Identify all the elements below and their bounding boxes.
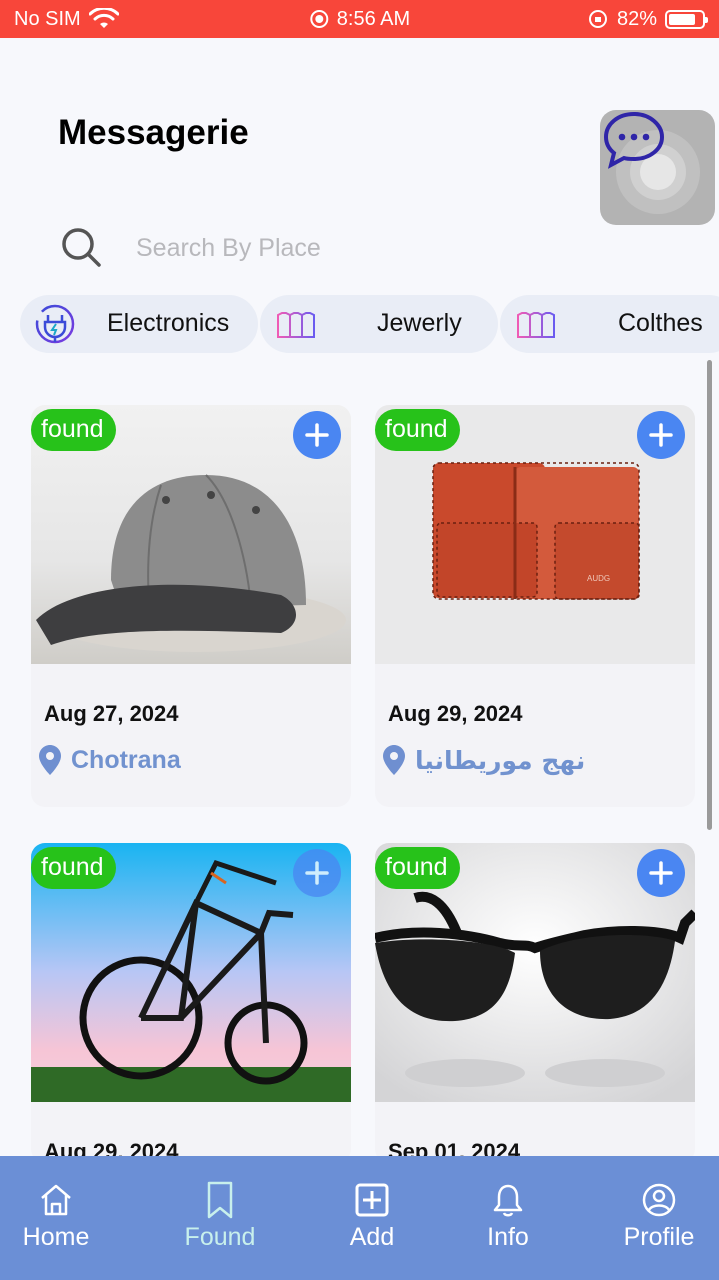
bottom-nav: Home Found Add Info Profile: [0, 1156, 719, 1280]
rotation-lock-icon: [588, 10, 607, 28]
chat-widget-button[interactable]: [600, 110, 715, 225]
nav-label: Add: [349, 1223, 395, 1251]
svg-text:AUDG: AUDG: [587, 574, 610, 583]
add-square-icon: [355, 1183, 389, 1217]
nav-label: Info: [487, 1223, 529, 1251]
clothes-rack-icon: [276, 309, 315, 338]
location-pin-icon: [39, 745, 61, 775]
found-badge: found: [375, 847, 460, 889]
item-card[interactable]: found Sep 01, 2024: [375, 843, 695, 1163]
bell-icon: [493, 1184, 523, 1217]
chat-bubble-icon: [603, 111, 665, 169]
sunglasses-image: found: [375, 843, 695, 1102]
bicycle-image: found: [31, 843, 351, 1102]
carrier-label: No SIM: [14, 7, 81, 30]
add-button[interactable]: [637, 411, 685, 459]
plus-icon: [649, 423, 673, 447]
clock: 8:56 AM: [336, 7, 411, 30]
status-right: 82%: [587, 7, 708, 31]
add-button[interactable]: [293, 411, 341, 459]
profile-icon: [642, 1183, 676, 1217]
card-location: نهج موريطانيا: [383, 745, 585, 775]
category-list: Electronics Jewerly Colthes: [20, 295, 719, 353]
location-pin-icon: [383, 745, 405, 775]
scrollbar[interactable]: [707, 360, 712, 830]
home-icon: [41, 1184, 71, 1216]
card-date: Aug 29, 2024: [388, 701, 523, 726]
record-icon: [309, 10, 328, 28]
plug-icon: [35, 304, 75, 344]
search-input[interactable]: [136, 228, 536, 268]
found-badge: found: [31, 847, 116, 889]
plus-icon: [649, 861, 673, 885]
status-center: 8:56 AM: [309, 8, 410, 31]
plus-icon: [305, 423, 329, 447]
card-location-text: نهج موريطانيا: [415, 745, 586, 775]
card-date: Aug 27, 2024: [44, 701, 179, 726]
category-chip-jewerly[interactable]: Jewerly: [260, 295, 498, 353]
nav-item-profile[interactable]: Profile: [599, 1156, 719, 1252]
nav-label: Profile: [623, 1223, 695, 1251]
item-card[interactable]: AUDG found Aug 29, 2024 نهج موريطانيا: [375, 405, 695, 807]
add-button[interactable]: [637, 849, 685, 897]
card-location-text: Chotrana: [71, 745, 181, 774]
battery-icon: [665, 9, 708, 29]
category-chip-electronics[interactable]: Electronics: [20, 295, 258, 353]
bookmark-icon: [207, 1181, 233, 1219]
category-chip-colthes[interactable]: Colthes: [500, 295, 719, 353]
add-button[interactable]: [293, 849, 341, 897]
category-label: Colthes: [618, 309, 703, 337]
plus-icon: [305, 861, 329, 885]
nav-item-home[interactable]: Home: [0, 1156, 116, 1252]
category-label: Jewerly: [377, 309, 462, 337]
wifi-icon: [88, 8, 119, 28]
category-label: Electronics: [107, 309, 230, 337]
search-icon[interactable]: [60, 226, 102, 268]
nav-label: Found: [184, 1223, 256, 1251]
battery-percent: 82%: [616, 7, 657, 30]
found-badge: found: [31, 409, 116, 451]
item-card[interactable]: found Aug 29, 2024: [31, 843, 351, 1163]
item-card[interactable]: found Aug 27, 2024 Chotrana: [31, 405, 351, 807]
nav-item-info[interactable]: Info: [448, 1156, 568, 1252]
wallet-image: AUDG found: [375, 405, 695, 664]
nav-item-found[interactable]: Found: [160, 1156, 280, 1252]
status-bar: No SIM 8:56 AM 82%: [0, 0, 719, 38]
cap-image: found: [31, 405, 351, 664]
clothes-rack-icon: [516, 309, 555, 338]
page-title: Messagerie: [58, 113, 249, 152]
card-location: Chotrana: [39, 745, 181, 775]
nav-label: Home: [22, 1223, 90, 1251]
status-left: No SIM: [14, 8, 119, 31]
battery-fill: [669, 13, 696, 25]
nav-item-add[interactable]: Add: [312, 1156, 432, 1252]
found-badge: found: [375, 409, 460, 451]
